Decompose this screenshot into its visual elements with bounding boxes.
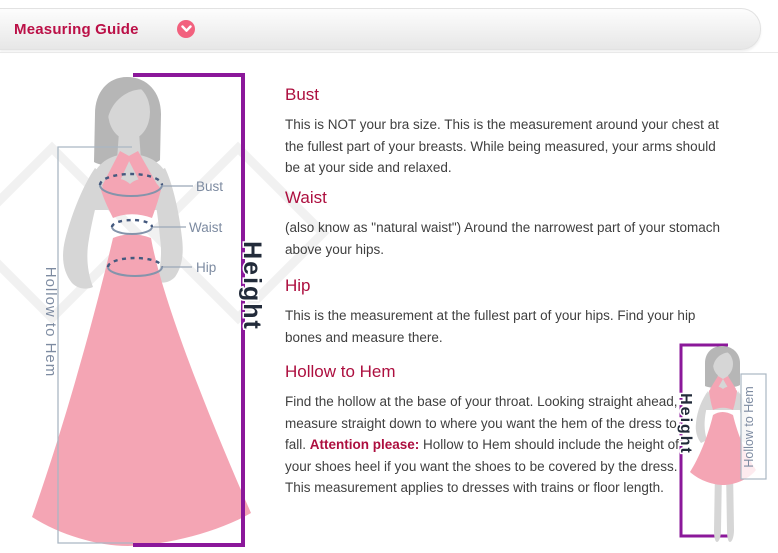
bust-ellipse — [100, 174, 162, 196]
small-figure-face — [713, 351, 733, 388]
hollow-to-hem-line — [58, 147, 133, 543]
watermark-pattern — [0, 148, 323, 318]
hip-description: This is the measurement at the fullest p… — [285, 305, 730, 348]
dress-bodice — [101, 179, 161, 218]
hip-ellipse — [108, 258, 162, 276]
waist-description: (also know as "natural waist") Around th… — [285, 217, 730, 260]
chevron-glyph — [181, 25, 192, 33]
section-waist: Waist (also know as "natural waist") Aro… — [285, 188, 730, 260]
bust-heading: Bust — [285, 85, 730, 105]
figure-arms — [63, 168, 183, 289]
small-dress — [690, 376, 756, 485]
label-connectors — [153, 186, 193, 267]
small-figure-illustration: Height Hollow to Hem — [677, 345, 766, 542]
small-figure-hair — [705, 346, 740, 388]
attention-please-label: Attention please: — [310, 437, 420, 452]
chevron-down-icon[interactable] — [177, 20, 195, 38]
bust-description: This is NOT your bra size. This is the m… — [285, 114, 730, 179]
small-figure-arms — [696, 391, 751, 443]
small-figure-shoulders — [703, 387, 743, 411]
height-label: Height — [238, 241, 266, 331]
section-hollow-to-hem: Hollow to Hem Find the hollow at the bas… — [285, 362, 681, 499]
hollow-to-hem-heading: Hollow to Hem — [285, 362, 681, 382]
section-bust: Bust This is NOT your bra size. This is … — [285, 85, 730, 179]
waist-label: Waist — [189, 220, 222, 235]
header-divider — [0, 52, 778, 53]
small-figure-legs — [714, 470, 734, 542]
page-title: Measuring Guide — [14, 21, 139, 38]
large-figure-illustration: Bust Waist Hip Hollow to Hem Height — [32, 75, 266, 546]
small-hollow-to-hem-label: Hollow to Hem — [742, 386, 756, 467]
hip-heading: Hip — [285, 276, 730, 296]
dress-straps — [102, 151, 158, 194]
height-line — [133, 75, 243, 545]
waist-ellipse — [112, 220, 152, 234]
figure-face — [108, 84, 150, 160]
measuring-guide-header[interactable]: Measuring Guide — [0, 8, 761, 50]
hollow-to-hem-label: Hollow to Hem — [42, 267, 59, 378]
figure-hair-swoosh — [101, 83, 153, 138]
section-hip: Hip This is the measurement at the fulle… — [285, 276, 730, 348]
hip-label: Hip — [196, 260, 216, 275]
dress-skirt — [32, 234, 251, 546]
small-hollow-to-hem-box — [741, 374, 766, 479]
figure-hair — [94, 77, 161, 167]
hollow-to-hem-description: Find the hollow at the base of your thro… — [285, 391, 681, 499]
small-height-line — [681, 345, 730, 536]
figure-shoulders — [85, 154, 175, 210]
small-figure-hair-swoosh — [710, 349, 734, 376]
bust-label: Bust — [196, 179, 223, 194]
waist-heading: Waist — [285, 188, 730, 208]
